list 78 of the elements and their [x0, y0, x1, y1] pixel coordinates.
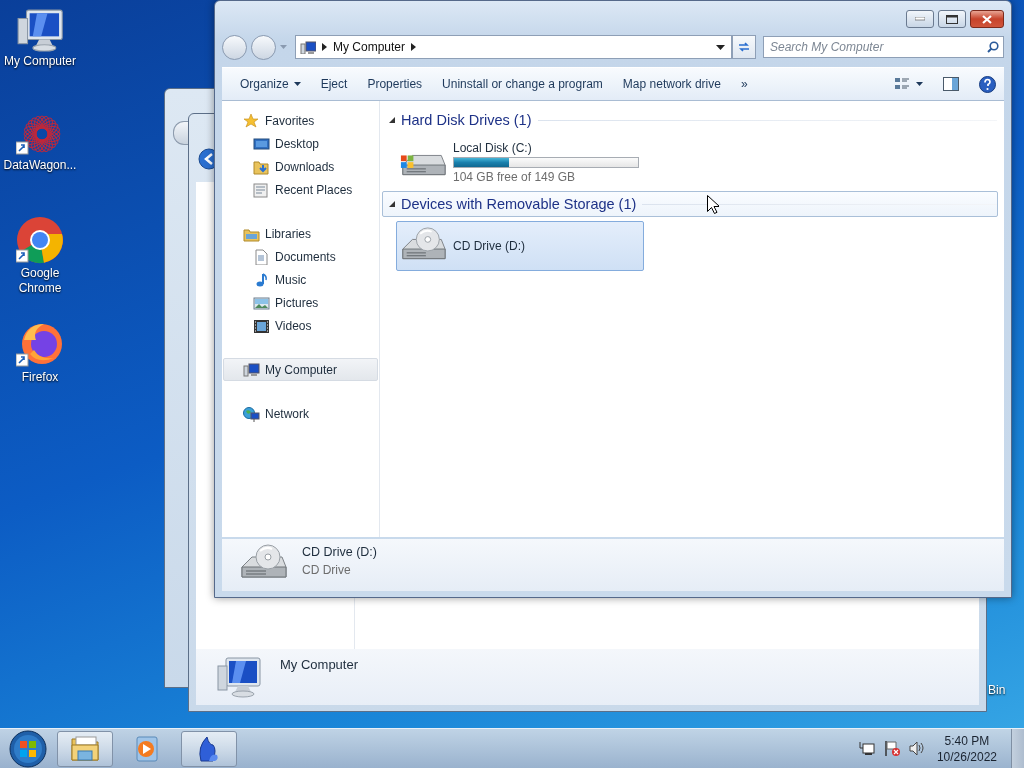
details-title: CD Drive (D:) — [302, 545, 377, 559]
desktop-icon-label[interactable]: Google Chrome — [1, 266, 79, 296]
computer-icon — [216, 656, 264, 698]
clock-date[interactable]: 10/26/2022 — [936, 748, 997, 765]
nav-item[interactable]: Recent Places — [223, 178, 378, 201]
group-header[interactable]: Devices with Removable Storage (1) — [382, 191, 998, 217]
desktop-icon-label[interactable]: Firefox — [1, 370, 79, 385]
document-list-icon — [253, 181, 270, 198]
toolbar-button[interactable]: Map network drive — [614, 73, 729, 95]
caret-icon[interactable] — [293, 82, 301, 86]
triangle-icon[interactable] — [389, 117, 395, 123]
taskbar-button[interactable] — [57, 730, 113, 767]
nav-item[interactable]: My Computer — [223, 358, 378, 381]
nav-item[interactable]: Desktop — [223, 132, 378, 155]
star-icon — [243, 112, 260, 129]
network-icon[interactable] — [857, 740, 875, 757]
desktop-icon-label[interactable]: My Computer — [1, 54, 79, 69]
refresh-button[interactable] — [732, 35, 756, 59]
computer-icon — [16, 8, 64, 52]
pane-icon[interactable] — [943, 77, 959, 91]
toolbar-button[interactable]: Uninstall or change a program — [434, 73, 611, 95]
caret-icon[interactable] — [916, 82, 923, 86]
drive-info: 104 GB free of 149 GB — [453, 169, 577, 184]
mouse-cursor-icon — [707, 195, 719, 214]
toolbar-button[interactable]: Eject — [312, 73, 356, 95]
nav-item[interactable]: Music — [223, 268, 378, 291]
back-button[interactable] — [173, 121, 188, 145]
toolbar-button[interactable]: » — [732, 73, 756, 95]
drive-item[interactable]: CD Drive (D:) — [396, 221, 644, 271]
computer-icon — [243, 361, 260, 378]
nav-item[interactable]: Videos — [223, 314, 378, 337]
triangle-icon[interactable] — [389, 201, 395, 207]
details-title: My Computer — [280, 657, 359, 672]
chrome-icon — [16, 216, 64, 264]
document-icon — [253, 248, 270, 265]
details-type: CD Drive — [302, 563, 352, 577]
maximize-icon[interactable] — [946, 14, 958, 24]
maximize-button[interactable] — [938, 10, 966, 28]
nav-item[interactable]: Network — [223, 402, 378, 425]
back-arrow-icon[interactable] — [198, 148, 214, 170]
toolbar-button[interactable]: Organize — [232, 73, 309, 95]
close-icon[interactable] — [982, 14, 992, 24]
film-icon — [253, 317, 270, 334]
drive-item[interactable]: Local Disk (C:) 104 GB free of 149 GB — [396, 137, 644, 187]
nav-item[interactable]: Favorites — [223, 109, 378, 132]
speaker-icon[interactable] — [907, 740, 925, 757]
search-field[interactable]: Search My Computer — [768, 39, 987, 55]
toolbar-button[interactable]: Properties — [359, 73, 431, 95]
nav-item[interactable]: Pictures — [223, 291, 378, 314]
globe-computer-icon — [243, 405, 260, 422]
computer-icon — [300, 40, 316, 54]
search-icon[interactable] — [987, 41, 999, 53]
folder-download-icon — [253, 158, 270, 175]
desktop-icon-label[interactable]: DataWagon... — [1, 158, 79, 173]
minimize-button[interactable] — [906, 10, 934, 28]
chevron-icon[interactable] — [322, 43, 327, 51]
taskbar-button[interactable] — [181, 730, 237, 767]
picture-icon — [253, 294, 270, 311]
flag-icon[interactable] — [882, 740, 900, 757]
close-button[interactable] — [970, 10, 1004, 28]
help-icon[interactable] — [979, 75, 996, 93]
minimize-icon[interactable] — [915, 17, 925, 21]
view-list-icon[interactable] — [894, 77, 910, 91]
breadcrumb-link[interactable]: My Computer — [333, 40, 406, 54]
drive-name: CD Drive (D:) — [453, 239, 525, 253]
drive-name: Local Disk (C:) — [453, 140, 533, 155]
group-header[interactable]: Hard Disk Drives (1) — [382, 107, 998, 133]
chevron-icon[interactable] — [411, 43, 417, 51]
desktop-icon — [253, 135, 270, 152]
nav-item[interactable]: Documents — [223, 245, 378, 268]
star-pattern-icon — [16, 112, 64, 156]
search-box[interactable]: Search My Computer — [763, 36, 1004, 58]
clock-time[interactable]: 5:40 PM — [944, 732, 990, 749]
address-bar[interactable]: My Computer — [295, 35, 732, 59]
nav-item[interactable]: Downloads — [223, 155, 378, 178]
refresh-icon[interactable] — [737, 41, 751, 53]
nav-item[interactable]: Libraries — [223, 222, 378, 245]
caret-icon[interactable] — [716, 44, 725, 50]
